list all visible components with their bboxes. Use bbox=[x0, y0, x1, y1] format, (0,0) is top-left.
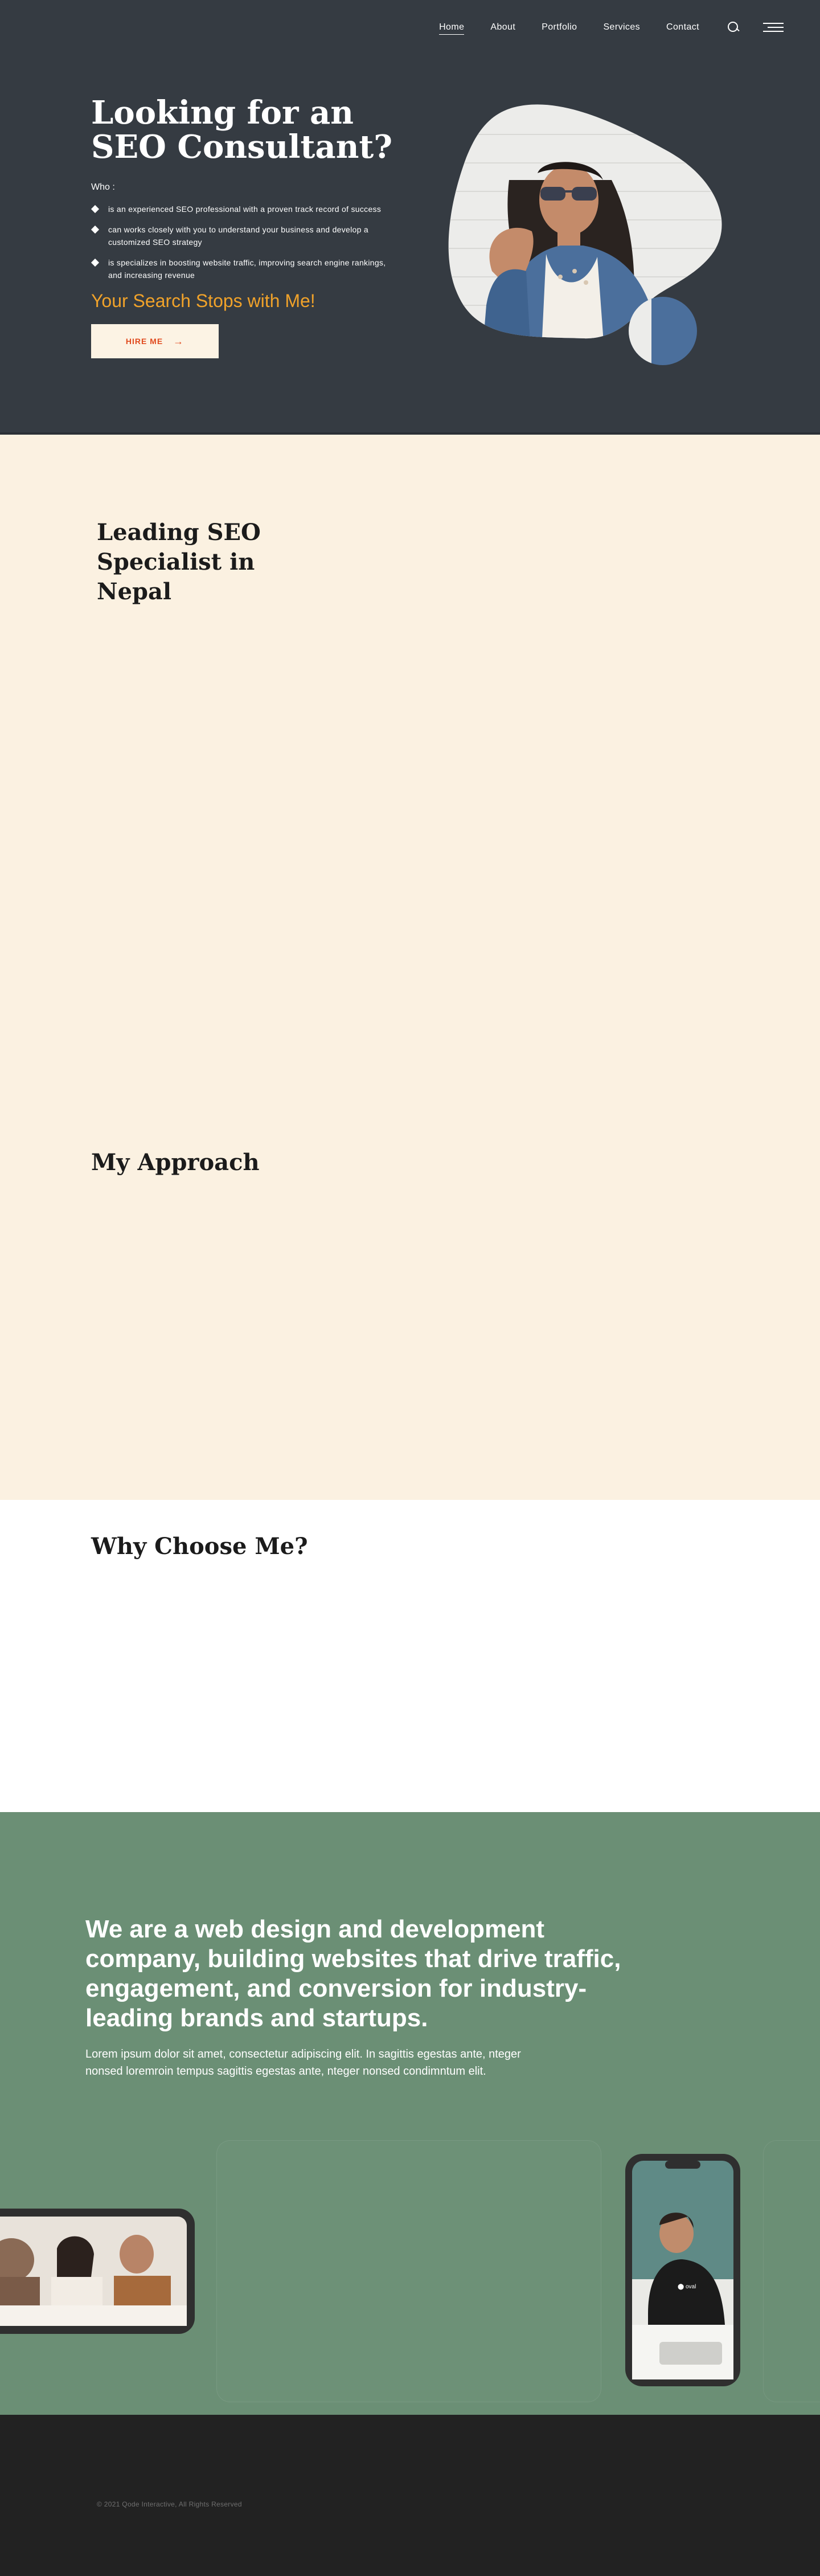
page-footer: © 2021 Qode Interactive, All Rights Rese… bbox=[0, 2415, 820, 2574]
about-section: Leading SEO Specialist in Nepal My Appro… bbox=[0, 435, 820, 1500]
search-icon[interactable] bbox=[727, 21, 740, 34]
hire-me-label: HIRE ME bbox=[125, 337, 163, 346]
hero-content: Looking for an SEO Consultant? Who : is … bbox=[91, 96, 410, 358]
showcase-panel-right bbox=[763, 2140, 820, 2402]
my-approach-title: My Approach bbox=[91, 1149, 260, 1176]
nav-contact[interactable]: Contact bbox=[666, 22, 699, 32]
hero-bullet-list: is an experienced SEO professional with … bbox=[91, 203, 410, 281]
copyright-text: © 2021 Qode Interactive, All Rights Rese… bbox=[97, 2500, 242, 2508]
nav-portfolio[interactable]: Portfolio bbox=[542, 22, 577, 32]
list-item: is specializes in boosting website traff… bbox=[91, 256, 399, 281]
consultant-photo bbox=[446, 100, 731, 374]
hero-title: Looking for an SEO Consultant? bbox=[91, 94, 393, 166]
bullet-text: can works closely with you to understand… bbox=[108, 225, 368, 247]
consultant-portrait-image bbox=[448, 104, 722, 365]
showcase-panel bbox=[216, 2140, 601, 2402]
hire-me-button[interactable]: HIRE ME → bbox=[91, 324, 219, 358]
company-text: Lorem ipsum dolor sit amet, consectetur … bbox=[85, 2048, 521, 2078]
nav-services[interactable]: Services bbox=[603, 22, 640, 32]
bullet-text: is specializes in boosting website traff… bbox=[108, 258, 386, 280]
bullet-text: is an experienced SEO professional with … bbox=[108, 205, 382, 214]
diamond-bullet-icon bbox=[91, 258, 100, 267]
why-choose-section: Why Choose Me? bbox=[0, 1500, 820, 1812]
arrow-right-icon: → bbox=[173, 335, 184, 347]
hero-who-label: Who : bbox=[91, 182, 115, 192]
hero-tagline: Your Search Stops with Me! bbox=[91, 291, 315, 311]
company-section: We are a web design and development comp… bbox=[0, 1812, 820, 2415]
diamond-bullet-icon bbox=[91, 225, 100, 234]
phone-mockup-image: ⬤ oval bbox=[625, 2154, 740, 2386]
diamond-bullet-icon bbox=[91, 205, 100, 214]
list-item: can works closely with you to understand… bbox=[91, 223, 399, 248]
main-nav: Home About Portfolio Services Contact bbox=[413, 21, 784, 35]
tablet-mockup-image bbox=[0, 2209, 195, 2334]
menu-icon[interactable] bbox=[763, 23, 784, 32]
list-item: is an experienced SEO professional with … bbox=[91, 203, 399, 215]
nav-home[interactable]: Home bbox=[439, 22, 465, 35]
nav-about[interactable]: About bbox=[490, 22, 515, 32]
why-choose-title: Why Choose Me? bbox=[91, 1533, 308, 1560]
svg-text:⬤ oval: ⬤ oval bbox=[678, 2284, 696, 2290]
hero-section: Home About Portfolio Services Contact Lo… bbox=[0, 0, 820, 435]
company-heading: We are a web design and development comp… bbox=[85, 1915, 621, 2032]
lead-seo-title: Leading SEO Specialist in Nepal bbox=[97, 519, 261, 605]
